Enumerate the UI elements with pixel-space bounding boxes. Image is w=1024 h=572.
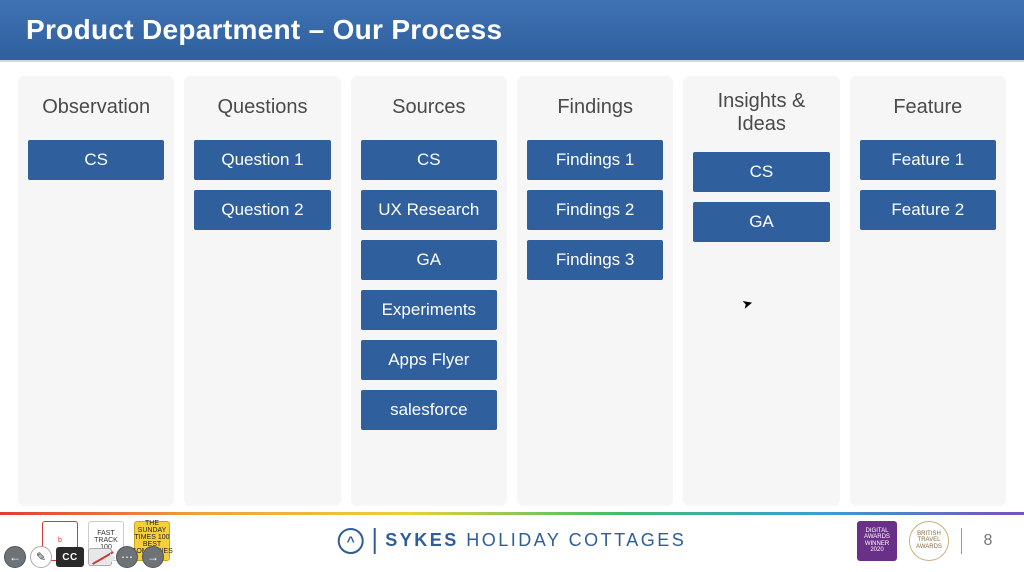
brand-text: SYKES HOLIDAY COTTAGES [385, 530, 686, 551]
process-column: ObservationCS [18, 76, 174, 506]
page-divider [961, 528, 962, 554]
process-card: Findings 3 [527, 240, 663, 280]
process-card: Feature 2 [860, 190, 996, 230]
award-travel: BRITISH TRAVEL AWARDS [909, 521, 949, 561]
slide-title: Product Department – Our Process [26, 14, 502, 46]
prev-button[interactable]: ← [4, 546, 26, 568]
column-header: Insights & Ideas [693, 84, 829, 152]
brand-logo-icon: ^ [338, 528, 364, 554]
footer-right: DIGITAL AWARDS WINNER 2020 BRITISH TRAVE… [857, 521, 1024, 561]
page-number: 8 [974, 532, 1002, 550]
process-card: CS [361, 140, 497, 180]
process-column: QuestionsQuestion 1 Question 2 [184, 76, 340, 506]
column-header: Feature [860, 84, 996, 140]
process-column: Insights & IdeasCS GA [683, 76, 839, 506]
column-header: Questions [194, 84, 330, 140]
title-bar: Product Department – Our Process [0, 0, 1024, 62]
process-card: GA [693, 202, 829, 242]
process-card: Apps Flyer [361, 340, 497, 380]
more-button[interactable]: ⋯ [116, 546, 138, 568]
column-header: Observation [28, 84, 164, 140]
brand-lockup: ^ SYKES HOLIDAY COTTAGES [338, 528, 687, 554]
process-card: GA [361, 240, 497, 280]
process-column: FeatureFeature 1 Feature 2 [850, 76, 1006, 506]
process-card: Findings 1 [527, 140, 663, 180]
process-card: Question 2 [194, 190, 330, 230]
process-column: SourcesCS UX Research GA Experiments Apps Fl… [351, 76, 507, 506]
next-button[interactable]: → [142, 546, 164, 568]
process-card: Experiments [361, 290, 497, 330]
cc-button[interactable]: CC [56, 547, 84, 567]
annotate-button[interactable]: ✎ [30, 546, 52, 568]
process-column: FindingsFindings 1 Findings 2 Findings 3 [517, 76, 673, 506]
recorder-toolbar: ← ✎ CC ⋯ → [4, 546, 164, 568]
process-card: salesforce [361, 390, 497, 430]
column-header: Sources [361, 84, 497, 140]
award-digital: DIGITAL AWARDS WINNER 2020 [857, 521, 897, 561]
brand-divider [374, 528, 376, 554]
process-board: ObservationCSQuestionsQuestion 1Question… [0, 62, 1024, 512]
column-header: Findings [527, 84, 663, 140]
process-card: UX Research [361, 190, 497, 230]
process-card: Feature 1 [860, 140, 996, 180]
process-card: Question 1 [194, 140, 330, 180]
camera-off-icon[interactable] [88, 548, 112, 566]
process-card: CS [693, 152, 829, 192]
process-card: Findings 2 [527, 190, 663, 230]
process-card: CS [28, 140, 164, 180]
